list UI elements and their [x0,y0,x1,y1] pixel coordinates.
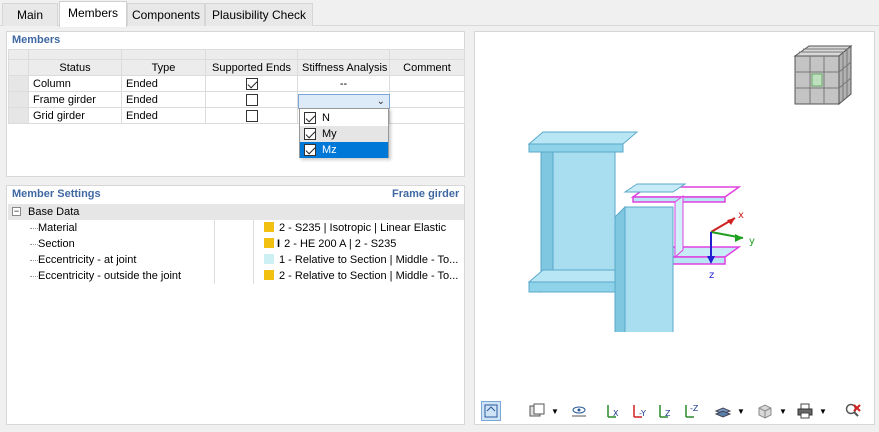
view-y-button[interactable]: -Y [629,401,649,421]
svg-text:-Z: -Z [690,404,699,413]
members-table: Status Type Supported Ends Stiffness Ana… [8,49,465,124]
column-header-status[interactable]: Status [28,59,122,76]
chevron-down-icon[interactable]: ▼ [551,407,559,416]
stiffness-dropdown: N My Mz [299,108,389,158]
table-row[interactable]: Grid girder Ended [8,107,465,124]
supported-ends-checkbox[interactable] [245,93,258,106]
member-status: Grid girder [28,107,122,124]
print-button[interactable] [795,401,815,421]
chevron-down-icon[interactable]: ⌄ [377,96,385,107]
dropdown-item-n[interactable]: N [300,110,388,126]
tab-components[interactable]: Components [127,3,205,26]
chevron-down-icon[interactable]: ▼ [779,407,787,416]
column-header-supported-ends[interactable]: Supported Ends [205,59,298,76]
dropdown-item-my[interactable]: My [300,126,388,142]
tab-plausibility-check[interactable]: Plausibility Check [205,3,313,26]
dropdown-item-mz[interactable]: Mz [300,142,388,158]
members-title: Members [12,34,61,46]
member-type[interactable]: Ended [121,75,206,92]
item-checkbox[interactable] [304,112,316,124]
eccentricity-outside-color-icon [264,270,274,280]
comment-cell[interactable] [389,75,465,92]
render-mode-button[interactable] [713,401,733,421]
chevron-down-icon[interactable]: ▼ [737,407,745,416]
material-color-icon [264,222,274,232]
view-y-icon: -Y [633,405,646,418]
tab-bar: Main Members Components Plausibility Che… [0,0,879,27]
axis-x-label: x [738,210,744,221]
view-x-button[interactable]: X [603,401,623,421]
tree-group-base-data[interactable]: − Base Data [10,204,460,220]
tab-main[interactable]: Main [2,3,58,26]
member-status: Column [28,75,122,92]
member-status: Frame girder [28,91,122,108]
search-cancel-icon [845,403,861,417]
stiffness-analysis-combo[interactable]: ⌄ [298,94,390,109]
table-row[interactable]: Column Ended -- [8,75,465,92]
comment-cell[interactable] [389,91,465,108]
view-minus-z-button[interactable]: -Z [681,401,701,421]
reset-view-button[interactable] [843,401,863,421]
view-minus-z-icon: -Z [685,404,699,418]
eccentricity-color-icon [264,254,274,264]
chevron-down-icon[interactable]: ▼ [819,407,827,416]
table-row[interactable]: Frame girder Ended [8,91,465,108]
collapse-icon[interactable]: − [12,207,21,216]
cube-icon [758,404,772,419]
display-options-button[interactable] [527,401,547,421]
i-section-icon: I [277,238,281,250]
stiffness-analysis-cell[interactable]: -- [297,75,390,92]
view-z-button[interactable]: Z [655,401,675,421]
axis-z-label: z [709,270,714,281]
eye-icon [572,406,586,417]
item-checkbox[interactable] [304,144,316,156]
printer-icon [797,403,813,419]
display-options-icon [529,403,545,417]
view-mode-icon [484,404,498,418]
section-color-icon [264,238,274,248]
member-type[interactable]: Ended [121,91,206,108]
member-settings-context: Frame girder [392,188,460,200]
view-z-icon: Z [659,405,671,418]
svg-text:X: X [613,409,619,418]
tab-members[interactable]: Members [59,1,127,27]
column-header-stiffness-analysis[interactable]: Stiffness Analysis [297,59,390,76]
supported-ends-checkbox[interactable] [245,109,258,122]
view-x-icon: X [607,405,619,418]
comment-cell[interactable] [389,107,465,124]
layers-icon [714,407,732,418]
member-type[interactable]: Ended [121,107,206,124]
member-settings-title: Member Settings [12,188,101,200]
axis-y-label: y [749,236,755,247]
item-checkbox[interactable] [304,128,316,140]
svg-text:-Y: -Y [639,409,646,418]
steel-joint-model[interactable]: x y z [515,92,815,332]
visibility-button[interactable] [569,401,589,421]
view-mode-button[interactable] [481,401,501,421]
supported-ends-checkbox[interactable] [245,77,258,90]
column-header-type[interactable]: Type [121,59,206,76]
svg-text:Z: Z [665,409,671,418]
column-header-comment[interactable]: Comment [389,59,465,76]
3d-viewport[interactable]: x y z ▼ X -Y Z -Z ▼ ▼ ▼ [474,31,875,425]
transparency-button[interactable] [755,401,775,421]
